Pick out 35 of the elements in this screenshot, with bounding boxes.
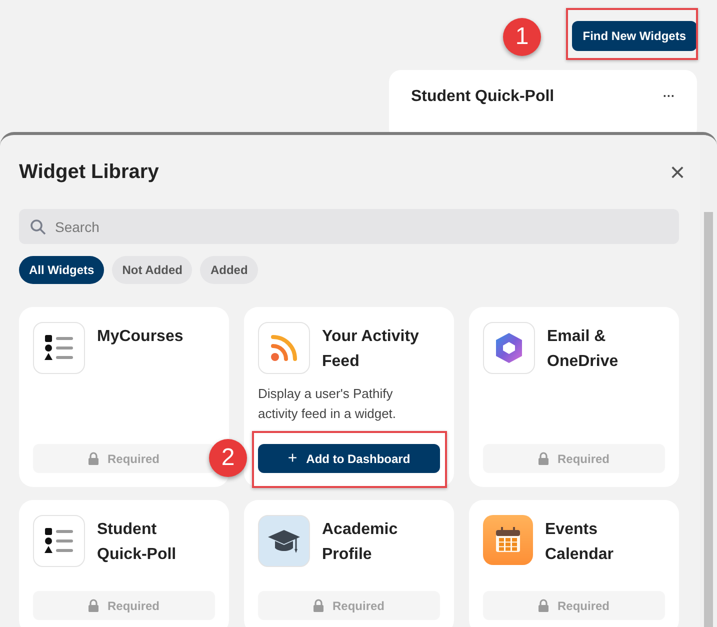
- list-icon: [43, 333, 75, 363]
- add-to-dashboard-button[interactable]: + Add to Dashboard: [258, 444, 440, 473]
- required-text: Required: [107, 598, 160, 612]
- step-badge: 2: [209, 439, 247, 477]
- find-widgets-button[interactable]: Find New Widgets: [572, 21, 697, 51]
- calendar-icon: [493, 525, 523, 555]
- close-button[interactable]: ×: [670, 159, 685, 185]
- filter-chip[interactable]: Not Added: [112, 256, 192, 284]
- widget-title: Student Quick-Poll: [97, 520, 178, 565]
- step-badge: 1: [503, 18, 541, 56]
- search-field[interactable]: Search: [19, 209, 679, 244]
- required-text: Required: [332, 598, 384, 612]
- widget-title: Academic Profile: [322, 520, 399, 565]
- lock-icon: [538, 452, 550, 465]
- more-menu-button[interactable]: ···: [663, 88, 675, 104]
- filter-chip[interactable]: Added: [200, 256, 258, 284]
- lock-icon: [88, 452, 100, 465]
- required-text: Required: [557, 598, 610, 612]
- widget-description: Display a user's Pathify activity feed in a widget.: [258, 385, 398, 423]
- required-text: Required: [107, 452, 160, 466]
- lock-icon: [538, 599, 550, 612]
- widget-title: Student Quick-Poll: [411, 88, 554, 107]
- lock-icon: [313, 599, 324, 612]
- lock-icon: [88, 599, 100, 612]
- required-text: Required: [557, 452, 610, 466]
- widget-title: Events Calendar: [545, 520, 614, 565]
- rss-icon: [269, 333, 299, 363]
- filter-chip[interactable]: All Widgets: [19, 256, 104, 284]
- list-icon: [43, 526, 75, 556]
- app-logo-icon: [494, 332, 524, 364]
- widget-title: Email & OneDrive: [547, 327, 620, 372]
- widget-title: Your Activity Feed: [322, 327, 420, 372]
- widget-title: MyCourses: [97, 327, 184, 347]
- search-icon: [30, 219, 46, 235]
- dialog-title: Widget Library: [19, 160, 159, 184]
